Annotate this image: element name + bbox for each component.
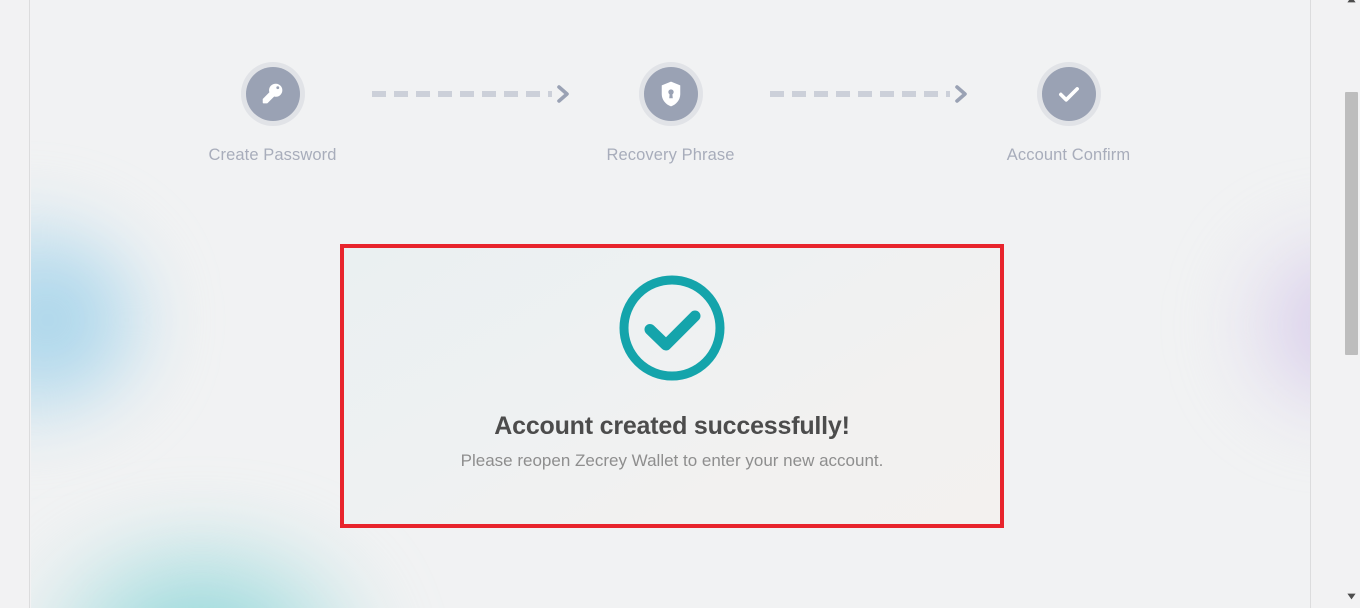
step-create-password-circle [245,67,300,121]
background-blob-purple [1221,225,1310,425]
step-recovery-phrase[interactable]: Recovery Phrase [571,67,771,165]
step-account-confirm-label: Account Confirm [1006,146,1131,164]
connector-dashes-1 [371,91,552,97]
success-check-wrap [614,270,730,386]
step-recovery-phrase-circle [643,67,698,121]
scrollbar-thumb[interactable] [1345,92,1358,355]
key-icon [262,83,282,104]
account-created-card: Account created successfully! Please reo… [340,244,1004,528]
step-recovery-phrase-label: Recovery Phrase [606,146,735,164]
chevron-right-icon [954,85,967,103]
triangle-down-icon [1347,593,1356,600]
chevron-right-icon [556,85,569,103]
success-subtitle: Please reopen Zecrey Wallet to enter you… [460,451,884,470]
step-account-confirm-circle [1041,67,1096,121]
triangle-up-icon [1347,0,1356,3]
circle-check-icon [619,275,725,381]
scrollbar-up-button[interactable] [1343,0,1360,8]
background-blob-blue [31,215,151,425]
app-root: Create Password Recovery Phrase Account … [0,0,1360,608]
step-create-password-label: Create Password [208,146,337,164]
shield-lock-icon [661,81,680,107]
step-connector-2 [769,67,970,121]
step-connector-1 [371,67,572,121]
wallet-canvas: Create Password Recovery Phrase Account … [31,0,1310,608]
success-title: Account created successfully! [494,412,850,440]
connector-dashes-2 [769,91,950,97]
onboarding-stepper: Create Password Recovery Phrase Account … [31,67,1310,165]
page-gutter-left [0,0,30,608]
background-blob-teal [31,530,411,608]
step-create-password[interactable]: Create Password [173,67,373,165]
step-account-confirm[interactable]: Account Confirm [969,67,1169,165]
check-icon [1058,87,1079,102]
vertical-scrollbar[interactable] [1343,0,1360,608]
scrollbar-down-button[interactable] [1343,588,1360,605]
